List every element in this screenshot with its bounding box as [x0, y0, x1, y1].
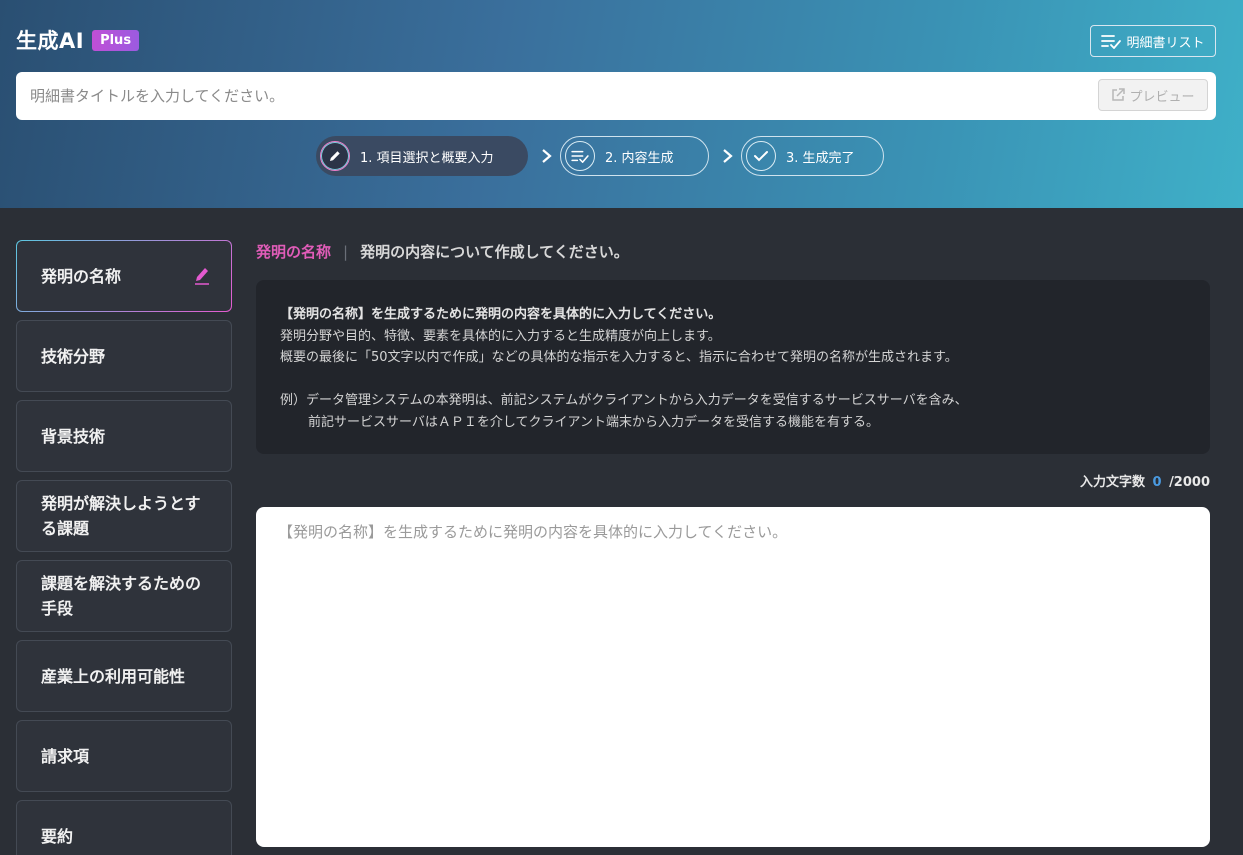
plus-badge: Plus [92, 29, 140, 51]
sidebar-item-invention-name[interactable]: 発明の名称 [16, 240, 232, 312]
sidebar-item-solution[interactable]: 課題を解決するための手段 [16, 560, 232, 632]
sidebar-item-claims[interactable]: 請求項 [16, 720, 232, 792]
hint-line: 発明分野や目的、特徴、要素を具体的に入力すると生成精度が向上します。 [280, 328, 721, 344]
hint-line: 【発明の名称】を生成するために発明の内容を具体的に入力してください。 [280, 307, 722, 322]
sidebar-item-technical-field[interactable]: 技術分野 [16, 320, 232, 392]
step-3-label: 3. 生成完了 [786, 150, 855, 166]
spec-list-button[interactable]: 明細書リスト [1090, 25, 1216, 57]
sidebar-item-label: 課題を解決するための手段 [41, 574, 202, 618]
sidebar-item-industrial-applicability[interactable]: 産業上の利用可能性 [16, 640, 232, 712]
sidebar-item-label: 産業上の利用可能性 [41, 666, 186, 686]
title-input[interactable] [30, 72, 1090, 120]
section-separator: | [343, 242, 349, 261]
section-heading: 発明の名称 | 発明の内容について作成してください。 [256, 241, 629, 262]
counter-label: 入力文字数 [1079, 475, 1145, 490]
sidebar-item-label: 発明の名称 [41, 266, 122, 286]
pencil-icon [195, 268, 209, 285]
counter-value: 0 [1152, 475, 1162, 490]
sidebar-item-label: 背景技術 [41, 426, 106, 446]
chevron-right-icon [723, 149, 733, 163]
char-counter: 入力文字数 0 /2000 [1080, 471, 1210, 490]
spec-list-label: 明細書リスト [1126, 35, 1205, 51]
app-header: 生成AI Plus 明細書リスト プレビュー [0, 0, 1243, 208]
external-link-icon [1112, 88, 1126, 101]
content-textarea-wrap [256, 507, 1210, 847]
title-bar: プレビュー [16, 72, 1216, 120]
counter-max: /2000 [1169, 475, 1210, 490]
step-1-label: 1. 項目選択と概要入力 [360, 150, 494, 166]
step-1[interactable]: 1. 項目選択と概要入力 [316, 136, 528, 176]
check-icon [746, 141, 776, 171]
chevron-right-icon [542, 149, 552, 163]
pencil-icon [320, 141, 350, 171]
section-description: 発明の内容について作成してください。 [360, 243, 629, 261]
sidebar-item-background-art[interactable]: 背景技術 [16, 400, 232, 472]
preview-button[interactable]: プレビュー [1098, 79, 1208, 111]
sidebar-item-label: 技術分野 [41, 346, 106, 366]
step-3[interactable]: 3. 生成完了 [741, 136, 884, 176]
list-check-icon [1101, 35, 1122, 49]
section-name: 発明の名称 [256, 243, 332, 261]
sidebar-item-abstract[interactable]: 要約 [16, 800, 232, 855]
hint-example: 例）データ管理システムの本発明は、前記システムがクライアントから入力データを受信… [280, 393, 968, 408]
hint-line: 概要の最後に「50文字以内で作成」などの具体的な指示を入力すると、指示に合わせて… [280, 350, 958, 365]
brand: 生成AI Plus [16, 25, 140, 55]
hint-box: 【発明の名称】を生成するために発明の内容を具体的に入力してください。 発明分野や… [256, 280, 1210, 454]
step-2-label: 2. 内容生成 [605, 150, 674, 166]
hint-example: 前記サービスサーバはＡＰＩを介してクライアント端末から入力データを受信する機能を… [308, 414, 879, 430]
brand-title: 生成AI [16, 29, 85, 53]
sidebar-item-problem[interactable]: 発明が解決しようとする課題 [16, 480, 232, 552]
content-textarea[interactable] [256, 507, 1210, 847]
sidebar-item-label: 請求項 [41, 746, 90, 766]
sidebar-item-label: 発明が解決しようとする課題 [41, 494, 201, 538]
step-2[interactable]: 2. 内容生成 [560, 136, 709, 176]
list-check-icon [565, 141, 595, 171]
sidebar-item-label: 要約 [41, 826, 74, 846]
preview-label: プレビュー [1129, 89, 1195, 105]
